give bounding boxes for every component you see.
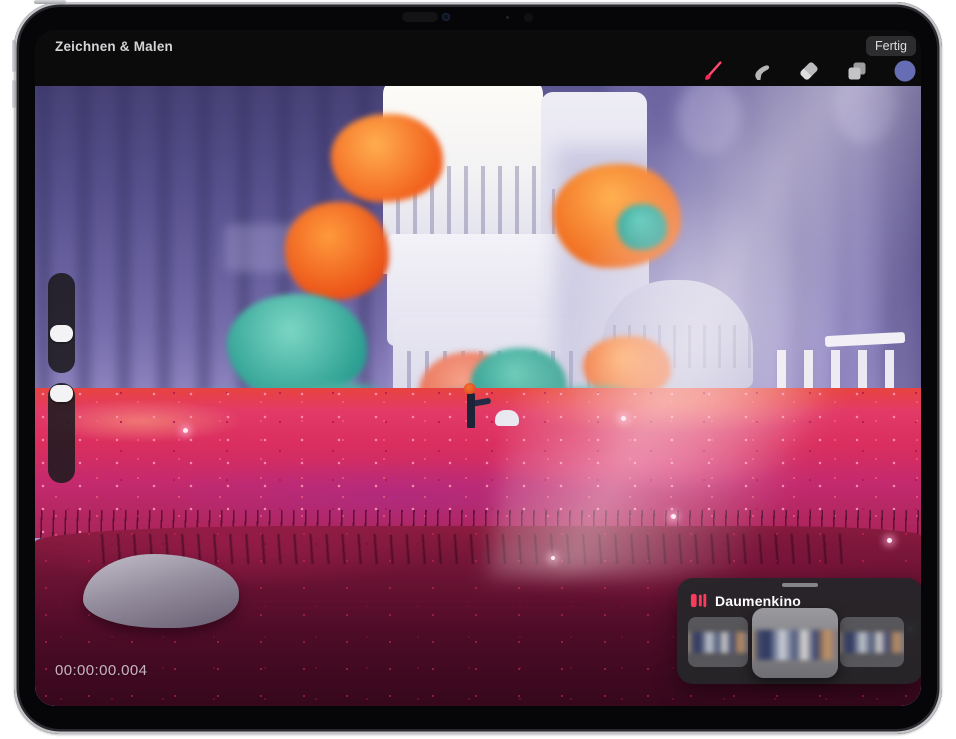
- app-screen: Zeichnen & Malen Fertig: [35, 30, 921, 706]
- sidebar-sliders: [48, 273, 75, 483]
- opacity-thumb[interactable]: [50, 385, 73, 402]
- front-sensor-pill: [402, 12, 438, 22]
- artwork-light-wash: [505, 126, 885, 566]
- artwork-orange-tree: [331, 114, 443, 202]
- mic-dot: [506, 16, 509, 19]
- flipbook-frame[interactable]: [840, 617, 904, 667]
- screenshot-stage: Zeichnen & Malen Fertig: [0, 0, 956, 739]
- drag-handle[interactable]: [782, 583, 818, 587]
- flipbook-panel: Daumenkino: [677, 578, 921, 684]
- flipbook-header: Daumenkino: [690, 592, 801, 609]
- flipbook-frame-selected[interactable]: [752, 608, 838, 678]
- flipbook-icon: [690, 592, 707, 609]
- frame-preview: [840, 632, 904, 653]
- frame-preview: [688, 632, 748, 653]
- sensor-dot: [524, 13, 533, 22]
- artwork-orange-tree: [285, 202, 389, 300]
- done-button[interactable]: Fertig: [866, 36, 916, 56]
- artwork-glow-dot: [183, 428, 188, 433]
- eraser-icon[interactable]: [797, 59, 821, 83]
- color-swatch[interactable]: [893, 59, 917, 83]
- paintbrush-icon[interactable]: [701, 59, 725, 83]
- page-title: Zeichnen & Malen: [55, 39, 173, 54]
- artwork-character: [467, 392, 475, 428]
- smudge-icon[interactable]: [749, 59, 773, 83]
- opacity-slider[interactable]: [48, 383, 75, 483]
- timecode-label: 00:00:00.004: [55, 662, 147, 679]
- top-toolbar: Zeichnen & Malen Fertig: [35, 30, 921, 86]
- volume-down-button: [12, 80, 16, 108]
- artwork-rock: [83, 554, 239, 628]
- layers-icon[interactable]: [845, 59, 869, 83]
- frame-preview: [752, 630, 838, 661]
- power-button: [34, 0, 66, 4]
- flipbook-frame[interactable]: [688, 617, 748, 667]
- front-camera-icon: [442, 13, 450, 21]
- brush-size-thumb[interactable]: [50, 325, 73, 342]
- tool-row: [701, 58, 917, 84]
- volume-up-button: [12, 40, 16, 72]
- ipad-body: Zeichnen & Malen Fertig: [14, 2, 942, 734]
- flipbook-title: Daumenkino: [715, 593, 801, 609]
- brush-size-slider[interactable]: [48, 273, 75, 373]
- artwork-character-head: [464, 383, 476, 394]
